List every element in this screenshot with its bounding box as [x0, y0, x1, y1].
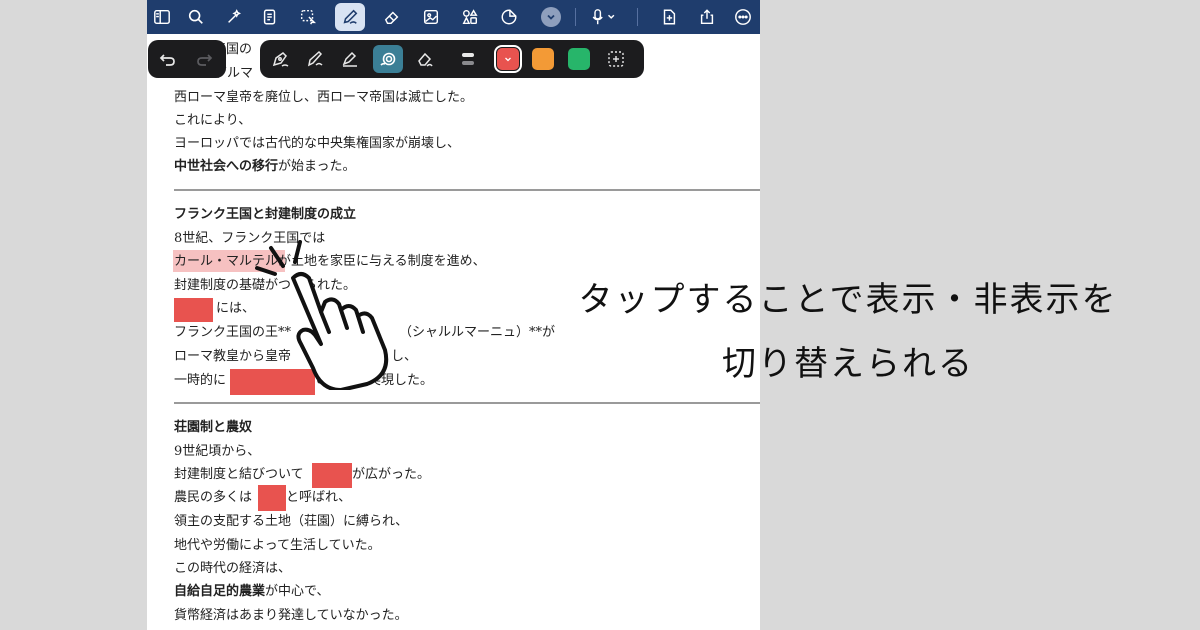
doc-line: には、	[216, 301, 256, 316]
doc-line: 農民の多くは	[174, 490, 253, 505]
chevron-down-icon[interactable]	[541, 7, 561, 27]
eraser-icon[interactable]	[379, 4, 405, 30]
doc-line: 地代や労働によって生活していた。	[174, 538, 381, 553]
tapping-hand-icon	[255, 240, 389, 390]
doc-line: 自給自足的農業が中心で、	[174, 580, 330, 603]
bold-term: 中世社会への移行	[174, 159, 279, 174]
doc-line: 中世社会への移行が始まった。	[174, 155, 356, 178]
toolbar-divider	[575, 8, 576, 26]
doc-line: 西ローマ皇帝を廃位し、西ローマ帝国は滅亡した。	[174, 90, 474, 105]
pen-tool-palette	[260, 40, 644, 78]
image-icon[interactable]	[418, 4, 444, 30]
eraser-tool-icon[interactable]	[413, 48, 437, 70]
doc-line: と呼ばれ、	[286, 490, 352, 505]
add-page-icon[interactable]	[656, 4, 682, 30]
doc-text: が中心で、	[265, 584, 330, 599]
sidebar-icon[interactable]	[149, 4, 175, 30]
doc-line: 領主の支配する土地（荘園）に縛られ、	[174, 514, 409, 529]
top-toolbar	[147, 0, 760, 34]
color-swatch-red[interactable]	[494, 45, 522, 73]
search-icon[interactable]	[183, 4, 209, 30]
stroke-width-icon[interactable]	[456, 48, 480, 70]
undo-icon[interactable]	[156, 48, 180, 70]
doc-line: ヨーロッパでは古代的な中央集権国家が崩壊し、	[174, 136, 461, 151]
sticker-icon[interactable]	[496, 4, 522, 30]
doc-line: これにより、	[174, 113, 252, 128]
pen-icon[interactable]	[335, 3, 365, 31]
caption-line-1: タップすることで表示・非表示を	[578, 280, 1118, 320]
doc-line: 封建制度と結びついて	[174, 467, 304, 482]
document-icon[interactable]	[257, 4, 283, 30]
bold-term: 自給自足的農業	[174, 584, 266, 599]
doc-line: この時代の経済は、	[174, 561, 292, 576]
color-swatch-orange[interactable]	[532, 48, 554, 70]
caption-line-2: 切り替えられる	[722, 344, 974, 384]
toolbar-divider	[637, 8, 638, 26]
doc-line: 9世紀頃から、	[174, 444, 261, 459]
undo-redo-palette	[148, 40, 226, 78]
section-heading: フランク王国と封建制度の成立	[174, 207, 357, 222]
doc-text: （シャルルマーニュ）**が	[399, 325, 556, 340]
highlighter-icon[interactable]	[373, 45, 403, 73]
share-icon[interactable]	[694, 4, 720, 30]
shapes-icon[interactable]	[457, 4, 483, 30]
doc-line: 貨幣経済はあまり発達していなかった。	[174, 608, 408, 623]
section-divider	[174, 402, 760, 404]
doc-text: が始まった。	[278, 159, 356, 174]
hidden-answer-mask[interactable]	[312, 463, 352, 488]
section-divider	[174, 189, 760, 191]
add-color-icon[interactable]	[604, 48, 628, 70]
ballpoint-pen-icon[interactable]	[338, 48, 362, 70]
hidden-answer-mask[interactable]	[258, 485, 286, 511]
redo-icon[interactable]	[192, 48, 216, 70]
hidden-answer-mask[interactable]	[174, 298, 213, 322]
doc-line: が広がった。	[352, 467, 431, 482]
more-icon[interactable]	[730, 4, 756, 30]
microphone-icon[interactable]	[585, 4, 623, 30]
brush-pen-icon[interactable]	[303, 48, 327, 70]
fountain-pen-icon[interactable]	[268, 48, 292, 70]
doc-line: 一時的に	[174, 373, 227, 388]
magic-icon[interactable]	[221, 4, 247, 30]
lasso-icon[interactable]	[295, 4, 321, 30]
section-heading: 荘園制と農奴	[174, 420, 253, 435]
color-swatch-green[interactable]	[568, 48, 590, 70]
